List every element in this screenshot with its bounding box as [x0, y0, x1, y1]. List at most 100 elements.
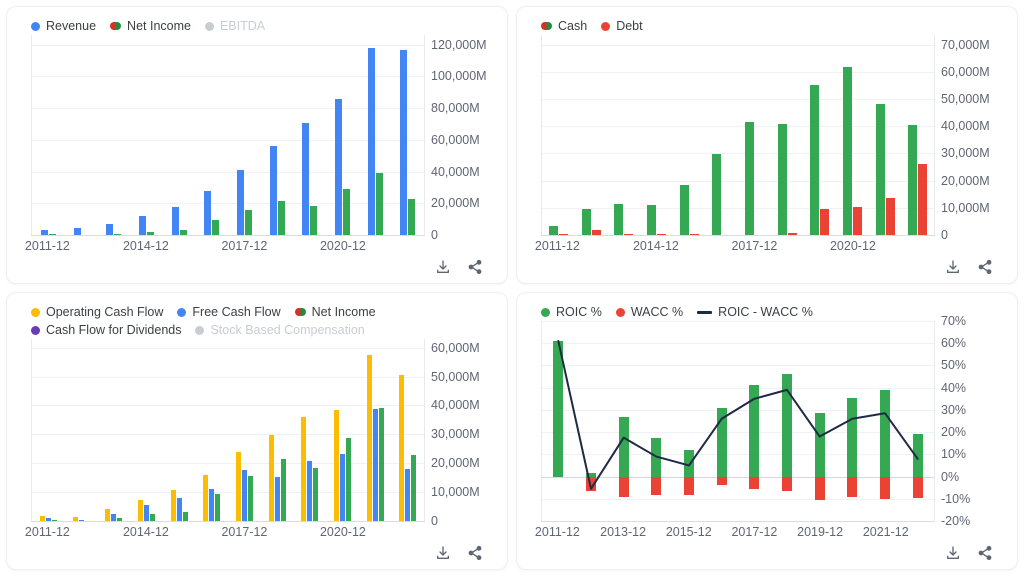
- bar-group[interactable]: [607, 321, 640, 521]
- legend-item-cash-flow-for-dividends[interactable]: Cash Flow for Dividends: [31, 323, 181, 337]
- bar-group[interactable]: [640, 35, 673, 235]
- bar[interactable]: [73, 228, 81, 235]
- bar[interactable]: [334, 98, 342, 235]
- bar-group[interactable]: [836, 321, 869, 521]
- bar-group[interactable]: [542, 321, 575, 521]
- bar-group[interactable]: [195, 339, 228, 521]
- bar-group[interactable]: [97, 35, 130, 235]
- bar[interactable]: [847, 476, 858, 497]
- bar[interactable]: [712, 154, 722, 235]
- bar[interactable]: [176, 497, 182, 521]
- bar[interactable]: [852, 206, 862, 235]
- share-icon[interactable]: [977, 545, 993, 561]
- bar-group[interactable]: [901, 35, 934, 235]
- bar[interactable]: [581, 208, 591, 235]
- bar[interactable]: [149, 514, 155, 521]
- bar[interactable]: [908, 125, 918, 235]
- bar[interactable]: [105, 508, 111, 521]
- bar[interactable]: [614, 204, 624, 235]
- legend-item-stock-based-compensation[interactable]: Stock Based Compensation: [195, 323, 365, 337]
- bar-group[interactable]: [803, 35, 836, 235]
- bar[interactable]: [375, 172, 383, 235]
- legend-item-net-income[interactable]: Net Income: [110, 19, 191, 33]
- bar[interactable]: [268, 434, 274, 521]
- bar[interactable]: [313, 467, 319, 521]
- bar[interactable]: [143, 504, 149, 521]
- bar[interactable]: [333, 410, 339, 521]
- bar-group[interactable]: [32, 339, 65, 521]
- bar[interactable]: [548, 225, 558, 235]
- bar[interactable]: [366, 355, 372, 521]
- bar-group[interactable]: [359, 35, 392, 235]
- bar-group[interactable]: [771, 321, 804, 521]
- bar-group[interactable]: [261, 339, 294, 521]
- bar[interactable]: [170, 490, 176, 521]
- bar-group[interactable]: [195, 35, 228, 235]
- bar[interactable]: [810, 84, 820, 235]
- bar[interactable]: [684, 476, 695, 496]
- bar[interactable]: [236, 170, 244, 235]
- bar[interactable]: [372, 408, 378, 521]
- bar[interactable]: [880, 476, 891, 499]
- bar[interactable]: [277, 201, 285, 235]
- bar[interactable]: [106, 224, 114, 235]
- bar[interactable]: [280, 458, 286, 521]
- bar[interactable]: [339, 454, 345, 521]
- bar-group[interactable]: [771, 35, 804, 235]
- bar-group[interactable]: [97, 339, 130, 521]
- bar-group[interactable]: [836, 35, 869, 235]
- bar[interactable]: [646, 205, 656, 235]
- bar[interactable]: [235, 451, 241, 521]
- legend-item-ebitda[interactable]: EBITDA: [204, 19, 265, 33]
- bar-group[interactable]: [542, 35, 575, 235]
- legend-item-revenue[interactable]: Revenue: [31, 19, 96, 33]
- bar[interactable]: [302, 122, 310, 235]
- legend-item-cash[interactable]: Cash: [541, 19, 587, 33]
- bar-group[interactable]: [326, 35, 359, 235]
- bar-group[interactable]: [293, 35, 326, 235]
- bar[interactable]: [777, 123, 787, 235]
- bar[interactable]: [847, 397, 858, 477]
- legend-item-roic[interactable]: ROIC %: [541, 305, 602, 319]
- download-icon[interactable]: [945, 545, 961, 561]
- bar-group[interactable]: [65, 35, 98, 235]
- bar-group[interactable]: [705, 35, 738, 235]
- bar-group[interactable]: [163, 35, 196, 235]
- bar[interactable]: [651, 437, 662, 477]
- bar[interactable]: [241, 470, 247, 521]
- bar[interactable]: [247, 476, 253, 521]
- bar-group[interactable]: [326, 339, 359, 521]
- bar-group[interactable]: [228, 35, 261, 235]
- bar-group[interactable]: [359, 339, 392, 521]
- bar-group[interactable]: [673, 35, 706, 235]
- legend-item-free-cash-flow[interactable]: Free Cash Flow: [177, 305, 281, 319]
- bar[interactable]: [400, 49, 408, 235]
- bar-group[interactable]: [673, 321, 706, 521]
- bar[interactable]: [215, 493, 221, 521]
- bar[interactable]: [301, 417, 307, 521]
- bar[interactable]: [716, 407, 727, 477]
- bar[interactable]: [408, 198, 416, 235]
- bar[interactable]: [880, 389, 891, 477]
- bar[interactable]: [244, 209, 252, 235]
- bar-group[interactable]: [738, 321, 771, 521]
- bar[interactable]: [307, 460, 313, 521]
- bar[interactable]: [744, 122, 754, 235]
- bar[interactable]: [171, 206, 179, 235]
- bar[interactable]: [182, 512, 188, 521]
- bar-group[interactable]: [901, 321, 934, 521]
- bar-group[interactable]: [32, 35, 65, 235]
- bar[interactable]: [342, 188, 350, 235]
- bar[interactable]: [405, 468, 411, 521]
- bar[interactable]: [137, 499, 143, 521]
- bar-group[interactable]: [607, 35, 640, 235]
- bar-group[interactable]: [293, 339, 326, 521]
- bar[interactable]: [138, 216, 146, 235]
- legend-item-roic-wacc[interactable]: ROIC - WACC %: [697, 305, 813, 319]
- bar-group[interactable]: [391, 339, 424, 521]
- bar[interactable]: [651, 476, 662, 496]
- share-icon[interactable]: [467, 545, 483, 561]
- bar-group[interactable]: [705, 321, 738, 521]
- bar-group[interactable]: [803, 321, 836, 521]
- legend-item-operating-cash-flow[interactable]: Operating Cash Flow: [31, 305, 163, 319]
